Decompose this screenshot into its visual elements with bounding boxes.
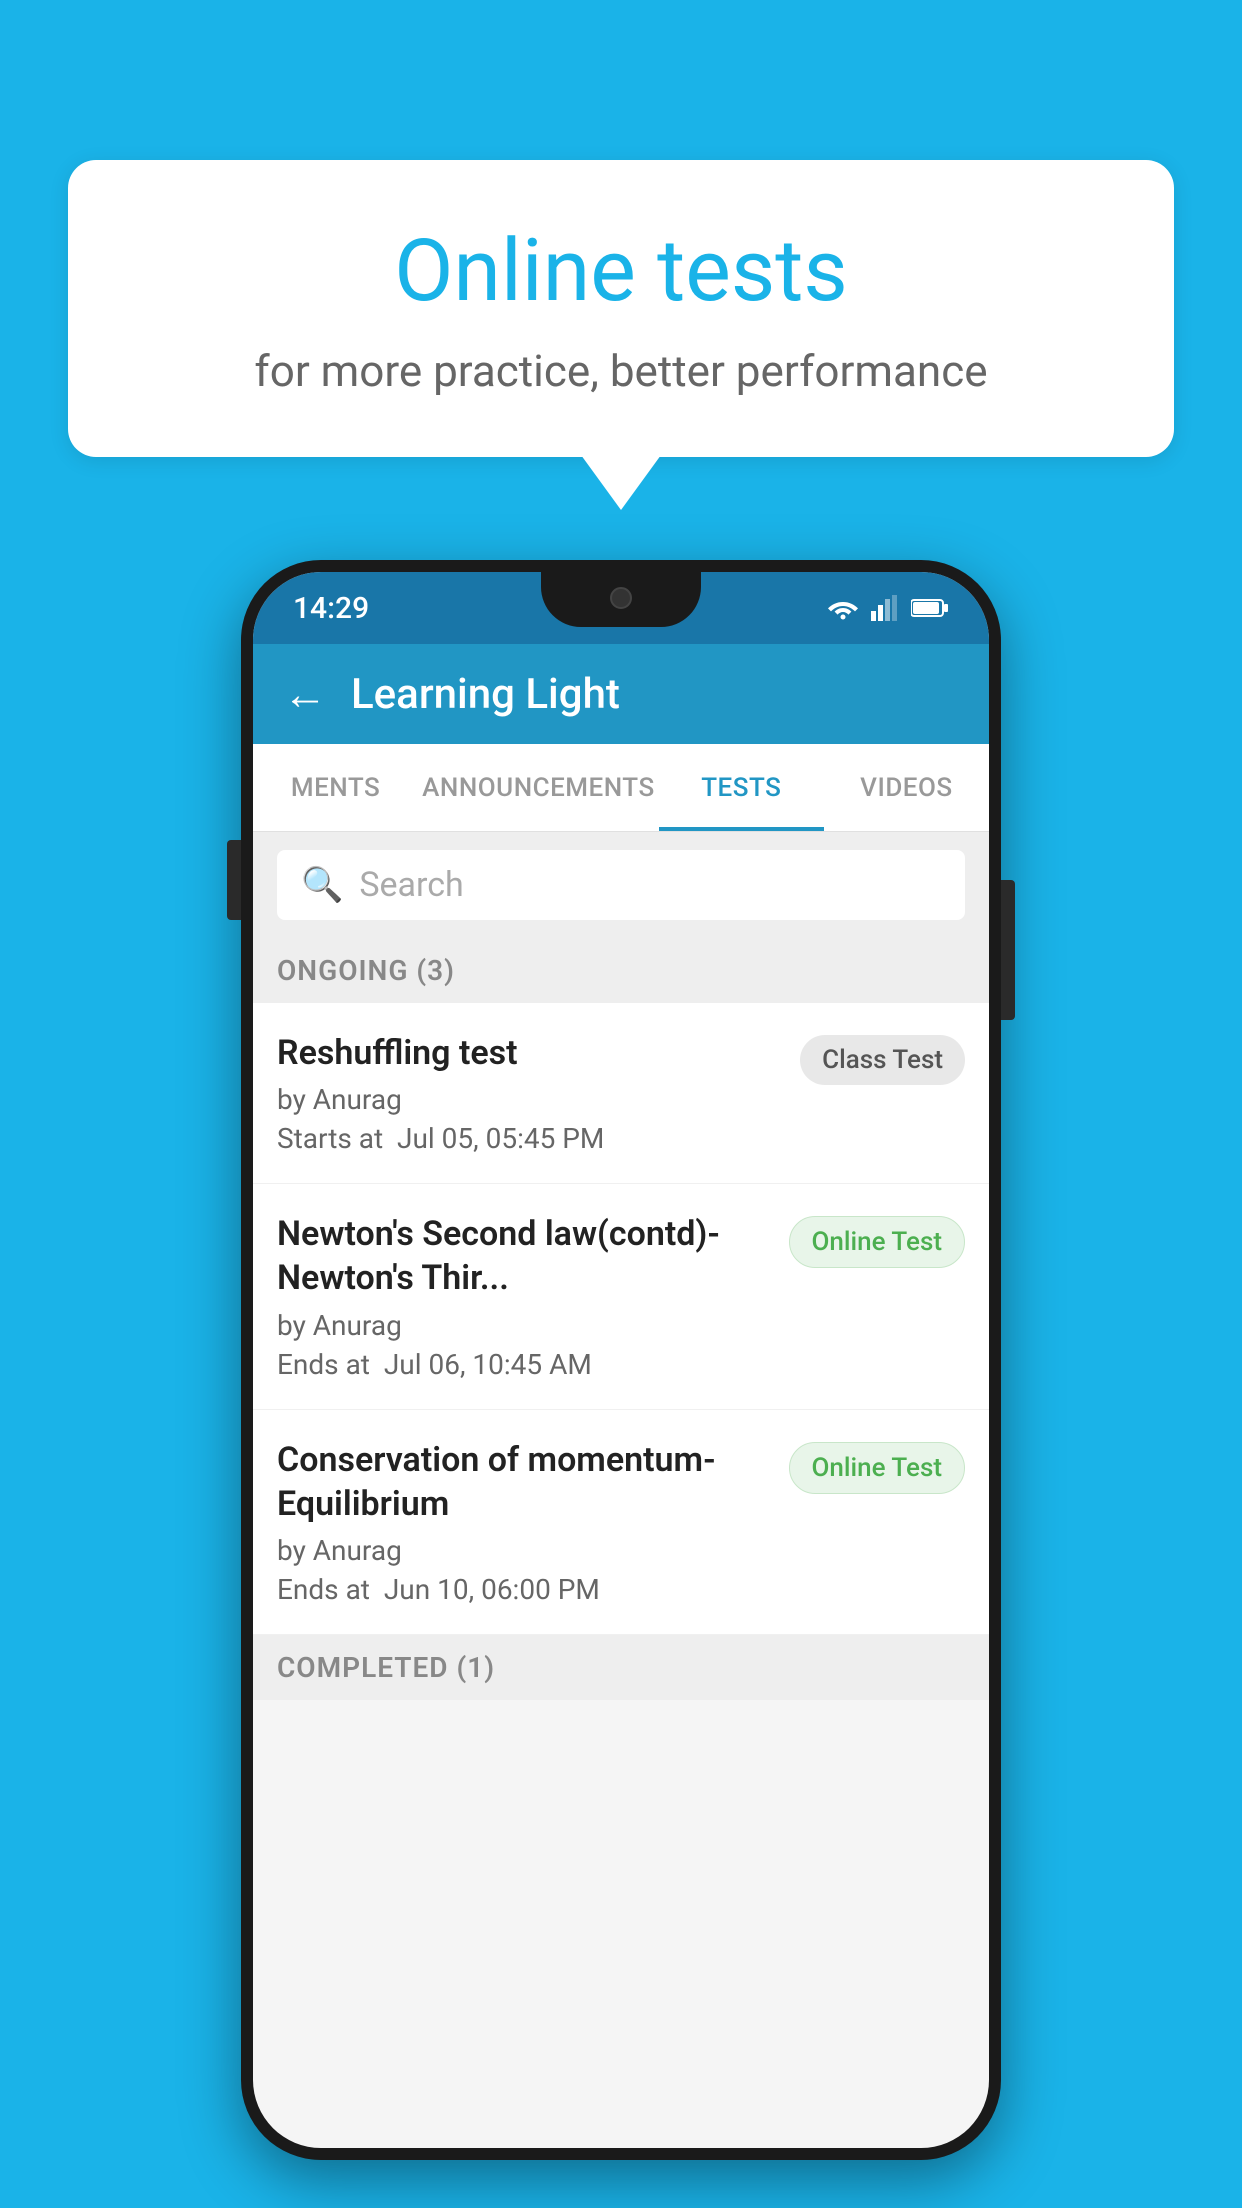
phone-notch	[541, 572, 701, 627]
speech-bubble-section: Online tests for more practice, better p…	[68, 160, 1174, 510]
test-author-newton: by Anurag	[277, 1309, 773, 1342]
camera-icon	[610, 587, 632, 609]
phone-frame: 14:29	[241, 560, 1001, 2160]
test-info-newton: Newton's Second law(contd)-Newton's Thir…	[277, 1212, 773, 1380]
test-name-newton: Newton's Second law(contd)-Newton's Thir…	[277, 1212, 773, 1300]
test-info-reshuffling: Reshuffling test by Anurag Starts at Jul…	[277, 1031, 784, 1155]
tab-videos[interactable]: VIDEOS	[824, 744, 989, 831]
bubble-subtitle: for more practice, better performance	[148, 345, 1094, 397]
app-bar-title: Learning Light	[351, 670, 620, 719]
wifi-icon	[827, 596, 859, 620]
completed-label: COMPLETED (1)	[277, 1651, 495, 1684]
search-placeholder: Search	[359, 865, 463, 905]
test-info-conservation: Conservation of momentum-Equilibrium by …	[277, 1438, 773, 1606]
search-section: 🔍 Search	[253, 832, 989, 938]
battery-icon	[911, 598, 949, 618]
test-name-reshuffling: Reshuffling test	[277, 1031, 784, 1075]
test-time-conservation: Ends at Jun 10, 06:00 PM	[277, 1573, 773, 1606]
completed-section-header: COMPLETED (1)	[253, 1635, 989, 1700]
tab-announcements[interactable]: ANNOUNCEMENTS	[418, 744, 659, 831]
speech-bubble: Online tests for more practice, better p…	[68, 160, 1174, 457]
signal-icon	[871, 595, 899, 621]
test-name-conservation: Conservation of momentum-Equilibrium	[277, 1438, 773, 1526]
bubble-arrow	[581, 455, 661, 510]
app-bar: ← Learning Light	[253, 644, 989, 744]
test-badge-reshuffling: Class Test	[800, 1035, 965, 1085]
tab-tests[interactable]: TESTS	[659, 744, 824, 831]
test-time-reshuffling: Starts at Jul 05, 05:45 PM	[277, 1122, 784, 1155]
search-icon: 🔍	[301, 865, 343, 905]
test-badge-conservation: Online Test	[789, 1442, 966, 1494]
search-input-wrapper[interactable]: 🔍 Search	[277, 850, 965, 920]
ongoing-section-header: ONGOING (3)	[253, 938, 989, 1003]
test-item-newton[interactable]: Newton's Second law(contd)-Newton's Thir…	[253, 1184, 989, 1409]
phone-mockup: 14:29	[241, 560, 1001, 2160]
test-author-reshuffling: by Anurag	[277, 1083, 784, 1116]
test-list: Reshuffling test by Anurag Starts at Jul…	[253, 1003, 989, 1635]
test-item-reshuffling[interactable]: Reshuffling test by Anurag Starts at Jul…	[253, 1003, 989, 1184]
phone-screen: 14:29	[253, 572, 989, 2148]
test-item-conservation[interactable]: Conservation of momentum-Equilibrium by …	[253, 1410, 989, 1635]
tabs-bar: MENTS ANNOUNCEMENTS TESTS VIDEOS	[253, 744, 989, 832]
status-bar: 14:29	[253, 572, 989, 644]
status-icons	[827, 595, 949, 621]
test-time-newton: Ends at Jul 06, 10:45 AM	[277, 1348, 773, 1381]
tab-ments[interactable]: MENTS	[253, 744, 418, 831]
back-button[interactable]: ←	[283, 668, 327, 720]
bubble-title: Online tests	[148, 220, 1094, 321]
test-badge-newton: Online Test	[789, 1216, 966, 1268]
status-time: 14:29	[293, 591, 369, 626]
ongoing-label: ONGOING (3)	[277, 954, 455, 987]
test-author-conservation: by Anurag	[277, 1534, 773, 1567]
